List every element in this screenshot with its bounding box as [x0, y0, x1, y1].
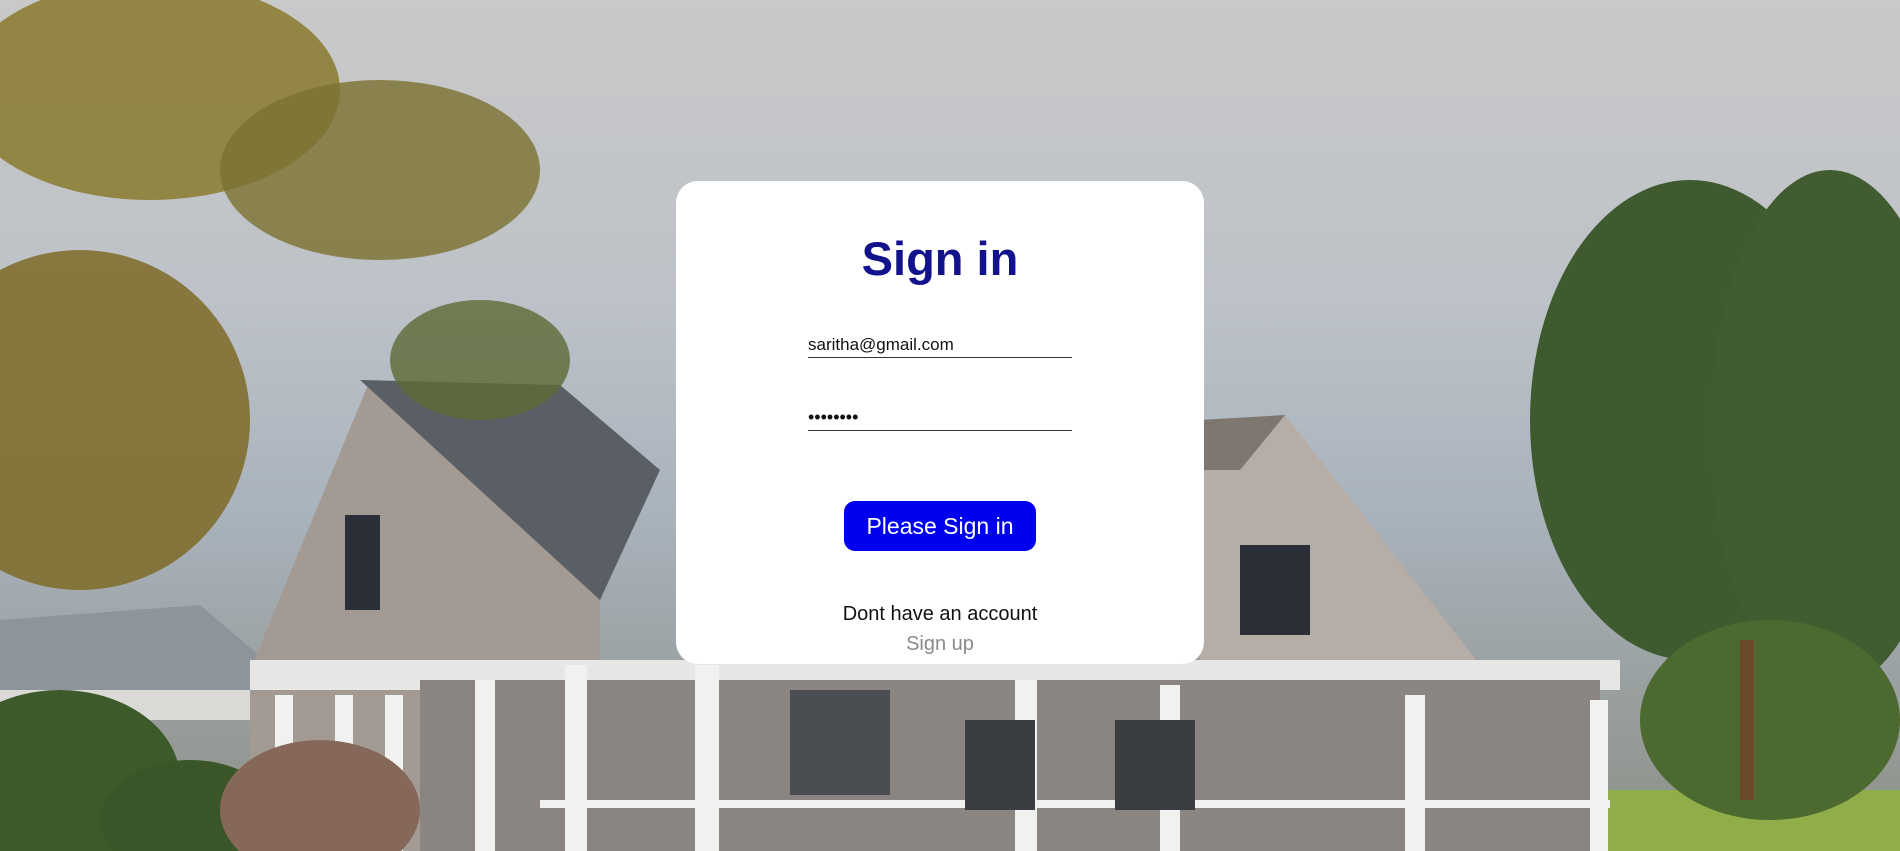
no-account-text: Dont have an account [842, 603, 1038, 625]
sign-up-link[interactable]: Sign up [676, 633, 1204, 656]
email-field[interactable] [808, 334, 1072, 358]
password-field[interactable] [808, 405, 1072, 431]
sign-in-card: Sign in Please Sign in Dont have an acco… [676, 181, 1204, 664]
sign-in-button[interactable]: Please Sign in [844, 501, 1036, 551]
page-title: Sign in [861, 232, 1019, 285]
